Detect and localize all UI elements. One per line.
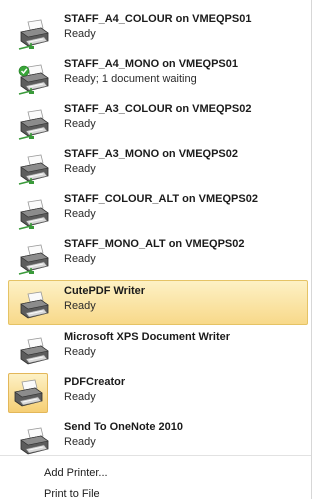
printer-item[interactable]: STAFF_A4_MONO on VMEQPS01 Ready; 1 docume… xyxy=(8,53,308,98)
printer-name: STAFF_A3_MONO on VMEQPS02 xyxy=(64,148,238,160)
printer-status: Ready xyxy=(64,253,96,265)
network-printer-icon xyxy=(17,197,51,231)
printer-item[interactable]: STAFF_A4_COLOUR on VMEQPS01 Ready xyxy=(8,8,308,53)
printer-icon xyxy=(17,289,51,323)
printer-item[interactable]: Microsoft XPS Document Writer Ready xyxy=(8,326,308,371)
printer-icon xyxy=(17,335,51,369)
network-printer-icon xyxy=(17,17,51,51)
printer-name: STAFF_A4_COLOUR on VMEQPS01 xyxy=(64,13,252,25)
printer-status: Ready xyxy=(64,300,96,312)
network-printer-icon xyxy=(17,152,51,186)
printer-item[interactable]: PDFCreator Ready xyxy=(8,371,308,416)
printer-item[interactable]: STAFF_MONO_ALT on VMEQPS02 Ready xyxy=(8,233,308,278)
add-printer-link[interactable]: Add Printer... xyxy=(44,467,108,479)
printer-item[interactable]: STAFF_A3_MONO on VMEQPS02 Ready xyxy=(8,143,308,188)
printer-name: PDFCreator xyxy=(64,376,126,388)
printer-icon xyxy=(8,373,48,413)
printer-status: Ready xyxy=(64,346,96,358)
printer-status: Ready xyxy=(64,208,96,220)
printer-item[interactable]: CutePDF Writer Ready xyxy=(8,280,308,325)
printer-item[interactable]: STAFF_A3_COLOUR on VMEQPS02 Ready xyxy=(8,98,308,143)
printer-name: CutePDF Writer xyxy=(64,285,146,297)
printer-dropdown-panel: STAFF_A4_COLOUR on VMEQPS01 Ready STAFF_A4… xyxy=(0,0,312,500)
printer-name: STAFF_MONO_ALT on VMEQPS02 xyxy=(64,238,245,250)
printer-status: Ready xyxy=(64,163,96,175)
printer-status: Ready xyxy=(64,28,96,40)
printer-status: Ready xyxy=(64,118,96,130)
printer-status: Ready xyxy=(64,436,96,448)
network-printer-icon xyxy=(17,107,51,141)
network-printer-icon xyxy=(17,62,51,96)
printer-item[interactable]: STAFF_COLOUR_ALT on VMEQPS02 Ready xyxy=(8,188,308,233)
printer-name: Microsoft XPS Document Writer xyxy=(64,331,231,343)
printer-name: STAFF_A3_COLOUR on VMEQPS02 xyxy=(64,103,252,115)
printer-status: Ready; 1 document waiting xyxy=(64,73,197,85)
printer-status: Ready xyxy=(64,391,96,403)
printer-name: STAFF_COLOUR_ALT on VMEQPS02 xyxy=(64,193,258,205)
printer-icon xyxy=(17,425,51,459)
printer-name: Send To OneNote 2010 xyxy=(64,421,183,433)
network-printer-icon xyxy=(17,242,51,276)
divider xyxy=(0,455,311,456)
print-to-file-option[interactable]: Print to File xyxy=(44,488,100,500)
printer-name: STAFF_A4_MONO on VMEQPS01 xyxy=(64,58,238,70)
